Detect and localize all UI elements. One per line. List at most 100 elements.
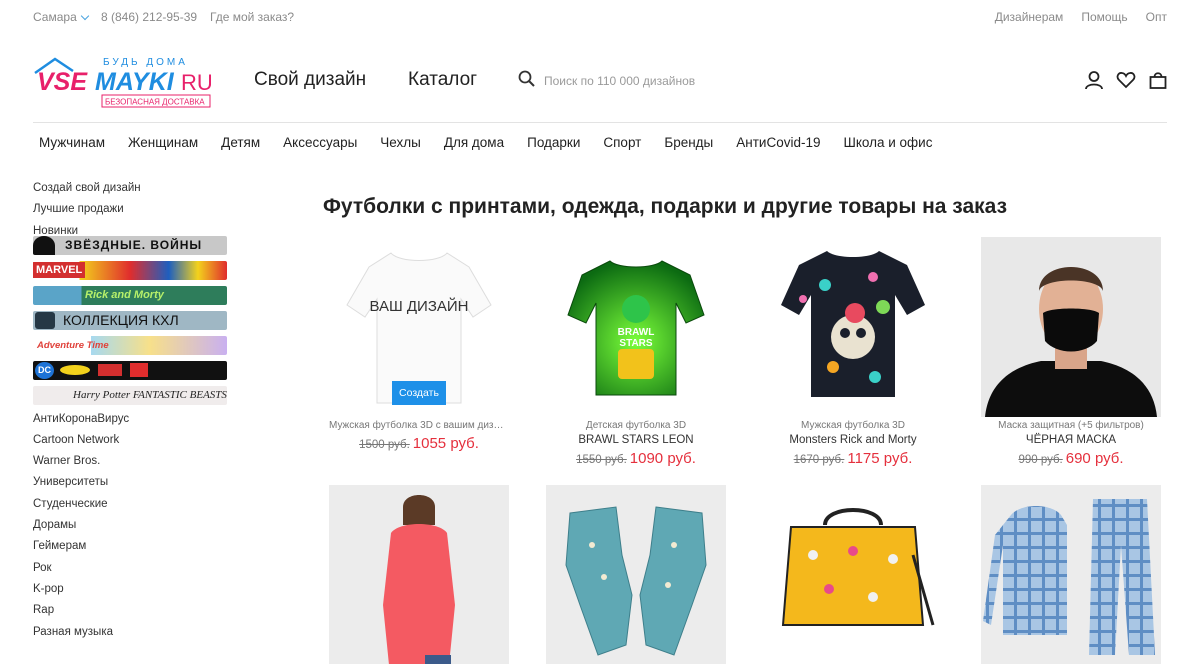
create-design-button[interactable]: Создать	[392, 381, 446, 405]
new-price: 1055 руб.	[412, 435, 479, 452]
search-icon[interactable]	[518, 70, 535, 92]
sidebar-item-create-design[interactable]: Создай свой дизайн	[33, 180, 233, 201]
product-card[interactable]	[763, 485, 943, 664]
svg-text:RU: RU	[181, 70, 211, 95]
product-card[interactable]: BRAWL STARS Детская футболка 3D BRAWL ST…	[546, 237, 726, 468]
product-image	[763, 237, 943, 417]
cat-home[interactable]: Для дома	[444, 135, 504, 150]
heart-icon[interactable]	[1116, 70, 1136, 90]
old-price: 990 руб.	[1018, 454, 1063, 466]
topbar: Самара 8 (846) 212-95-39 Где мой заказ? …	[33, 10, 1167, 26]
banner-star-wars[interactable]: ЗВЁЗДНЫЕ. ВОЙНЫ	[33, 235, 227, 255]
logo-image: БУДЬ ДОМА VSE MAYKI RU БЕЗОПАСНАЯ ДОСТАВ…	[34, 57, 213, 108]
cat-brands[interactable]: Бренды	[664, 135, 713, 150]
designers-link[interactable]: Дизайнерам	[995, 10, 1064, 24]
product-category: Мужская футболка 3D с вашим дизай...	[329, 420, 509, 431]
product-price: 1550 руб. 1090 руб.	[546, 450, 726, 468]
nav-catalog[interactable]: Каталог	[408, 69, 477, 91]
banner-marvel[interactable]: MARVEL	[33, 260, 227, 280]
product-card[interactable]: Мужская футболка 3D Monsters Rick and Mo…	[763, 237, 943, 468]
banner-adventure-time[interactable]: Adventure Time	[33, 335, 227, 355]
product-price: 990 руб. 690 руб.	[981, 450, 1161, 468]
darth-vader-icon	[33, 235, 55, 255]
nav-custom-design[interactable]: Свой дизайн	[254, 69, 366, 91]
cat-accessories[interactable]: Аксессуары	[283, 135, 357, 150]
wholesale-link[interactable]: Опт	[1146, 10, 1167, 24]
sidebar-item-doramas[interactable]: Дорамы	[33, 517, 233, 538]
svg-text:БЕЗОПАСНАЯ ДОСТАВКА: БЕЗОПАСНАЯ ДОСТАВКА	[105, 98, 205, 107]
sidebar-item-bestsellers[interactable]: Лучшие продажи	[33, 201, 233, 222]
product-name: BRAWL STARS LEON	[578, 434, 694, 446]
product-category: Детская футболка 3D	[585, 420, 687, 431]
banner-label: Adventure Time	[37, 339, 109, 351]
new-price: 1090 руб.	[629, 450, 696, 467]
sidebar-item-gamers[interactable]: Геймерам	[33, 538, 233, 559]
banner-khl[interactable]: КОЛЛЕКЦИЯ КХЛ	[33, 310, 227, 330]
your-design-text: ВАШ ДИЗАЙН	[369, 298, 469, 315]
user-icon[interactable]	[1084, 70, 1104, 90]
old-price: 1500 руб.	[359, 439, 410, 451]
svg-text:БУДЬ ДОМА: БУДЬ ДОМА	[103, 57, 188, 68]
page-title: Футболки с принтами, одежда, подарки и д…	[323, 195, 1008, 218]
cat-men[interactable]: Мужчинам	[39, 135, 105, 150]
product-category: Мужская футболка 3D	[801, 420, 905, 431]
product-price: 1670 руб. 1175 руб.	[763, 450, 943, 468]
header-divider	[33, 122, 1167, 123]
cat-gifts[interactable]: Подарки	[527, 135, 580, 150]
product-name: Monsters Rick and Morty	[789, 434, 917, 446]
sidebar-item-new[interactable]: Новинки	[33, 223, 233, 237]
banner-harry-potter[interactable]: Harry Potter FANTASTIC BEASTS	[33, 385, 227, 405]
product-price: 1500 руб. 1055 руб.	[329, 435, 509, 453]
search-input[interactable]	[544, 74, 804, 88]
sidebar-item-rap[interactable]: Rap	[33, 602, 233, 623]
order-status-link[interactable]: Где мой заказ?	[210, 10, 294, 24]
category-nav: Мужчинам Женщинам Детям Аксессуары Чехлы…	[39, 135, 955, 150]
banner-label: КОЛЛЕКЦИЯ КХЛ	[63, 312, 179, 329]
cat-cases[interactable]: Чехлы	[380, 135, 421, 150]
product-image	[329, 485, 509, 664]
khl-logo-icon	[35, 311, 55, 329]
sidebar-item-universities[interactable]: Университеты	[33, 474, 233, 495]
sidebar-item-students[interactable]: Студенческие	[33, 496, 233, 517]
phone-link[interactable]: 8 (846) 212-95-39	[101, 10, 197, 24]
search-bar	[518, 70, 818, 92]
banner-rick-and-morty[interactable]: Rick and Morty	[33, 285, 227, 305]
superman-icon	[130, 363, 148, 378]
bag-icon[interactable]	[1148, 70, 1168, 90]
sidebar-item-rock[interactable]: Рок	[33, 560, 233, 581]
product-image	[981, 485, 1161, 664]
banner-label: ЗВЁЗДНЫЕ. ВОЙНЫ	[65, 238, 203, 253]
product-card[interactable]	[329, 485, 509, 664]
city-selector[interactable]: Самара	[33, 10, 89, 24]
sidebar-item-anticoronavirus[interactable]: АнтиКоронаВирус	[33, 411, 233, 432]
product-image	[546, 485, 726, 664]
chevron-down-icon	[80, 11, 89, 21]
banner-dc[interactable]: DC	[33, 360, 227, 380]
cat-school-office[interactable]: Школа и офис	[843, 135, 932, 150]
product-card[interactable]	[981, 485, 1161, 664]
cat-sport[interactable]: Спорт	[603, 135, 641, 150]
product-image: BRAWL STARS	[546, 237, 726, 417]
product-image: ВАШ ДИЗАЙН Создать	[329, 237, 509, 417]
cat-anticovid[interactable]: АнтиCovid-19	[736, 135, 820, 150]
product-category: Маска защитная (+5 фильтров)	[998, 420, 1144, 431]
sidebar-item-cartoon-network[interactable]: Cartoon Network	[33, 432, 233, 453]
banner-label: Rick and Morty	[85, 289, 164, 302]
cat-kids[interactable]: Детям	[221, 135, 260, 150]
sidebar-item-various-music[interactable]: Разная музыка	[33, 624, 233, 645]
product-card[interactable]	[546, 485, 726, 664]
header-icons	[1084, 70, 1168, 90]
product-card[interactable]: Маска защитная (+5 фильтров) ЧЁРНАЯ МАСК…	[981, 237, 1161, 468]
sidebar: Создай свой дизайн Лучшие продажи Новинк…	[33, 180, 233, 645]
help-link[interactable]: Помощь	[1081, 10, 1127, 24]
wonder-woman-icon	[98, 364, 122, 377]
old-price: 1670 руб.	[793, 454, 845, 466]
new-price: 690 руб.	[1065, 450, 1124, 467]
product-card[interactable]: ВАШ ДИЗАЙН Создать Мужская футболка 3D с…	[329, 237, 509, 453]
sidebar-item-warner-bros[interactable]: Warner Bros.	[33, 453, 233, 474]
sidebar-item-kpop[interactable]: K-pop	[33, 581, 233, 602]
cat-women[interactable]: Женщинам	[128, 135, 198, 150]
banner-label: Harry Potter FANTASTIC BEASTS	[73, 389, 227, 402]
site-logo[interactable]: БУДЬ ДОМА VSE MAYKI RU БЕЗОПАСНАЯ ДОСТАВ…	[33, 55, 213, 109]
banner-label: MARVEL	[33, 262, 86, 279]
